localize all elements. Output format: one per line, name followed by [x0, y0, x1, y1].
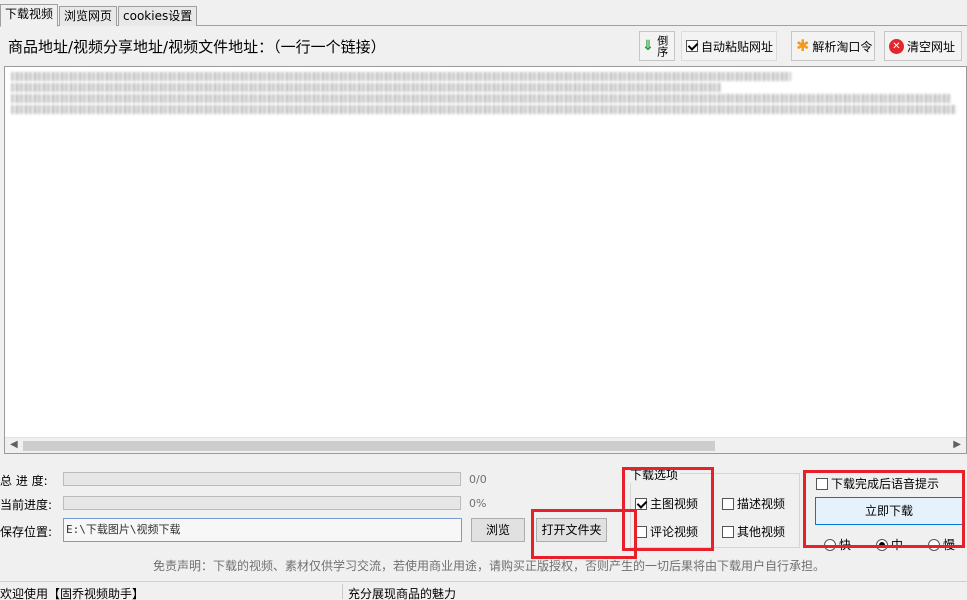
- comment-video-checkbox[interactable]: 评论视频: [635, 523, 698, 540]
- current-progress-label: 当前进度:: [0, 498, 53, 512]
- horizontal-scrollbar[interactable]: ◀ ▶: [5, 437, 966, 453]
- blurred-url-line: [11, 105, 956, 114]
- desc-video-check-icon: [722, 497, 734, 510]
- browse-button[interactable]: 浏览: [471, 518, 525, 542]
- current-progress-value: 0%: [469, 497, 487, 510]
- status-bar: 欢迎使用【固乔视频助手】 充分展现商品的魅力: [0, 581, 967, 600]
- speed-slow-radio-icon: [928, 538, 940, 551]
- total-progress-value: 0/0: [469, 473, 487, 486]
- other-video-checkbox[interactable]: 其他视频: [722, 523, 785, 540]
- save-location-label: 保存位置:: [0, 525, 53, 539]
- speed-fast-radio-icon: [824, 538, 836, 551]
- voice-prompt-label: 下载完成后语音提示: [831, 477, 940, 491]
- auto-paste-check-icon: [686, 40, 698, 52]
- reverse-order-label: 倒序: [655, 35, 669, 57]
- disclaimer-text: 免责声明：下载的视频、素材仅供学习交流，若使用商业用途，请购买正版授权，否则产生…: [153, 559, 826, 573]
- auto-paste-label: 自动粘贴网址: [701, 39, 774, 54]
- blurred-url-line: [11, 83, 721, 92]
- speed-fast-radio[interactable]: 快: [824, 536, 851, 553]
- clear-urls-label: 清空网址: [907, 39, 956, 54]
- speed-medium-radio[interactable]: 中: [876, 536, 903, 553]
- scrollbar-thumb[interactable]: [23, 441, 715, 451]
- total-progress-label: 总 进 度:: [0, 474, 48, 488]
- reverse-order-button[interactable]: ⇓ 倒序: [639, 31, 675, 61]
- comment-video-check-icon: [635, 525, 647, 538]
- parse-taobao-code-button[interactable]: ✱ 解析淘口令: [791, 31, 875, 61]
- voice-prompt-checkbox[interactable]: 下载完成后语音提示: [816, 475, 939, 492]
- blurred-url-line: [11, 94, 951, 103]
- speed-medium-label: 中: [891, 538, 904, 552]
- open-folder-button[interactable]: 打开文件夹: [536, 518, 607, 542]
- other-video-check-icon: [722, 525, 734, 538]
- total-progress-bar: [63, 472, 461, 486]
- parse-taobao-code-label: 解析淘口令: [812, 39, 873, 54]
- download-options-legend: 下载选项: [630, 466, 681, 483]
- auto-paste-checkbox[interactable]: 自动粘贴网址: [681, 31, 777, 61]
- download-now-button[interactable]: 立即下载: [815, 497, 963, 525]
- save-path-input[interactable]: E:\下载图片\视频下载: [63, 518, 462, 542]
- tab-download-video[interactable]: 下载视频: [0, 4, 59, 27]
- comment-video-label: 评论视频: [650, 525, 699, 539]
- speed-slow-label: 慢: [943, 538, 956, 552]
- speed-medium-radio-icon: [876, 538, 888, 551]
- desc-video-label: 描述视频: [737, 497, 786, 511]
- arrow-down-icon: ⇓: [642, 38, 654, 54]
- main-video-label: 主图视频: [650, 497, 699, 511]
- blurred-url-line: [11, 72, 791, 81]
- scroll-right-icon[interactable]: ▶: [953, 439, 961, 450]
- main-video-checkbox[interactable]: 主图视频: [635, 495, 698, 512]
- tab-browse-web[interactable]: 浏览网页: [59, 6, 118, 26]
- speed-slow-radio[interactable]: 慢: [928, 536, 955, 553]
- other-video-label: 其他视频: [737, 525, 786, 539]
- status-slogan: 充分展现商品的魅力: [348, 587, 457, 600]
- asterisk-icon: ✱: [796, 36, 810, 55]
- clear-urls-button[interactable]: ✕ 清空网址: [884, 31, 962, 61]
- status-separator: [342, 584, 343, 599]
- url-textarea[interactable]: ◀ ▶: [4, 66, 967, 454]
- url-input-heading: 商品地址/视频分享地址/视频文件地址：（一行一个链接）: [8, 38, 386, 56]
- main-video-check-icon: [635, 497, 647, 510]
- scroll-left-icon[interactable]: ◀: [10, 439, 18, 450]
- status-welcome: 欢迎使用【固乔视频助手】: [0, 587, 145, 600]
- current-progress-bar: [63, 496, 461, 510]
- voice-prompt-check-icon: [816, 477, 828, 490]
- tab-bar: 下载视频 浏览网页 cookies设置: [0, 0, 967, 27]
- clear-icon: ✕: [889, 38, 904, 54]
- speed-fast-label: 快: [839, 538, 852, 552]
- desc-video-checkbox[interactable]: 描述视频: [722, 495, 785, 512]
- tab-cookies-settings[interactable]: cookies设置: [118, 6, 198, 26]
